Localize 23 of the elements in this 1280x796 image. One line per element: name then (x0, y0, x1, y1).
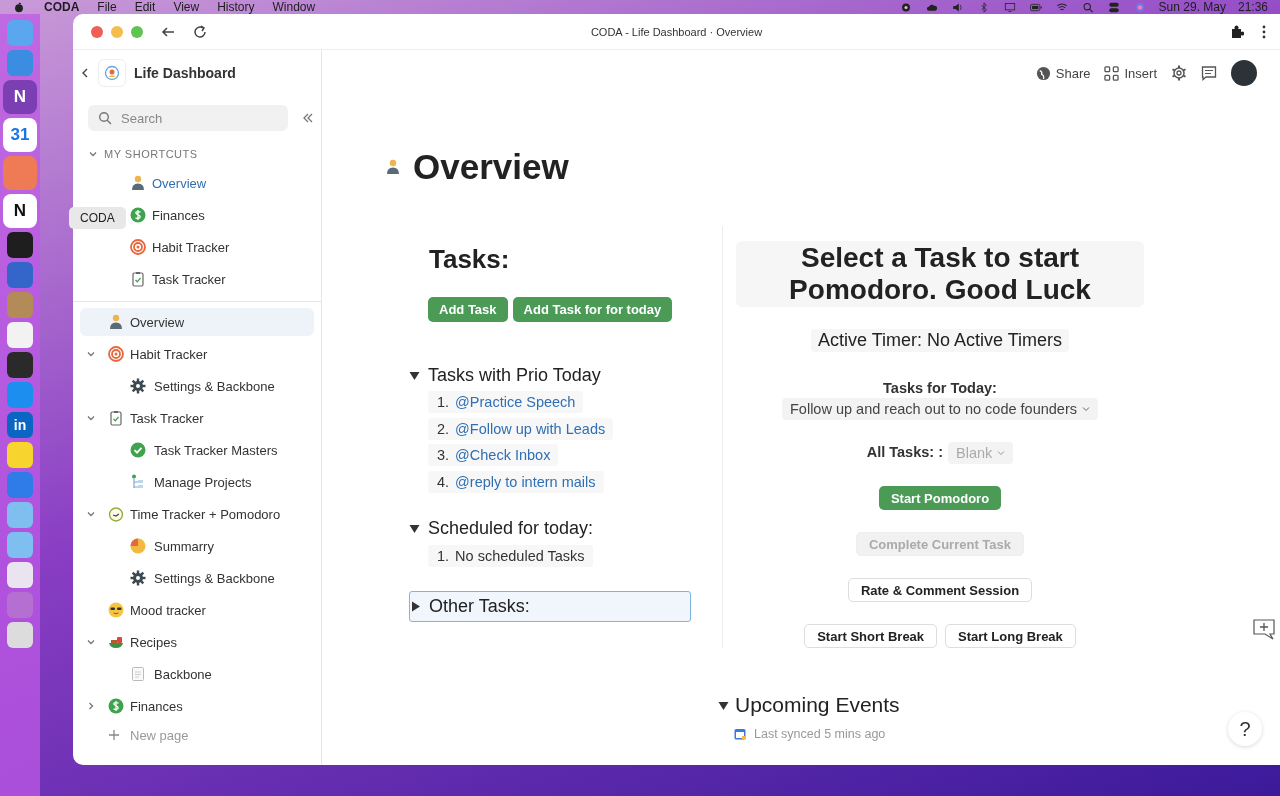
list-number: 3. (437, 447, 450, 463)
list-text: No scheduled Tasks (455, 547, 585, 564)
section-heading: MY SHORTCUTS (104, 148, 198, 160)
list-number: 1. (437, 394, 450, 410)
section-title: Upcoming Events (735, 693, 900, 717)
window-title: CODA - Life Dashboard · Overview (589, 25, 764, 38)
list-number: 1. (437, 547, 450, 564)
field-label: All Tasks: : (866, 444, 943, 460)
doc-title: Life Dashboard (134, 65, 236, 81)
menu-bar-time: 21:36 (1237, 0, 1268, 14)
list-number: 2. (437, 420, 450, 437)
section-title: Other Tasks: (428, 595, 530, 617)
section-title: Tasks with Prio Today (427, 364, 601, 386)
field-label: Tasks for Today: (883, 380, 997, 396)
menu-bar-date: Sun 29. May (1158, 0, 1226, 14)
pomodoro-heading: Select a Task to start Pomodoro. Good Luck (736, 241, 1144, 307)
section-title: Scheduled for today: (427, 518, 594, 539)
active-timer-text: Active Timer: No Active Timers (810, 329, 1070, 352)
sync-status: Last synced 5 mins ago (754, 727, 886, 741)
tasks-heading: Tasks: (429, 243, 511, 275)
list-number: 4. (437, 473, 450, 490)
page-title: Overview (413, 147, 569, 187)
dock-tooltip: CODA (69, 207, 126, 229)
